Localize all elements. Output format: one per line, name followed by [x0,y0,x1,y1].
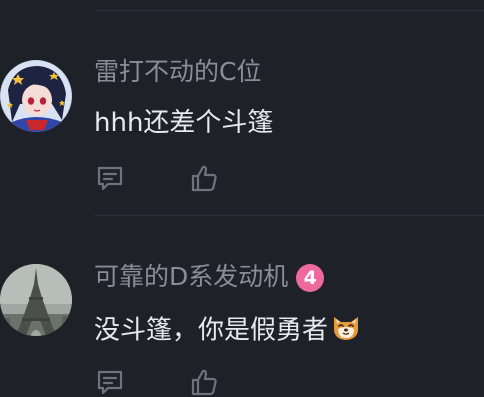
reply-button[interactable] [94,162,126,194]
comment-text: 没斗篷，你是假勇者 [94,311,362,351]
shiba-dog-emoji-icon [330,311,362,351]
comment-text-body: 没斗篷，你是假勇者 [94,315,329,346]
thumbs-up-icon [191,369,217,396]
reply-button[interactable] [94,366,126,397]
username-text[interactable]: 可靠的D系发动机 [94,262,288,291]
username[interactable]: 雷打不动的C位 [94,57,261,87]
username: 可靠的D系发动机 4 [94,262,325,292]
level-badge: 4 [296,264,325,292]
avatar[interactable] [0,60,72,132]
divider [94,10,484,11]
eiffel-tower-avatar-icon [0,264,72,336]
comment-bubble-icon [97,370,123,395]
like-button[interactable] [188,366,220,397]
comment-list: 雷打不动的C位 hhh还差个斗篷 可靠的D系发动机 4 没斗篷，你是假勇者 [0,0,484,397]
divider [94,215,484,216]
like-button[interactable] [188,162,220,194]
avatar[interactable] [0,264,72,336]
comment-text: hhh还差个斗篷 [94,108,274,138]
anime-girl-avatar-icon [0,60,72,132]
thumbs-up-icon [191,165,217,192]
comment-bubble-icon [97,166,123,191]
